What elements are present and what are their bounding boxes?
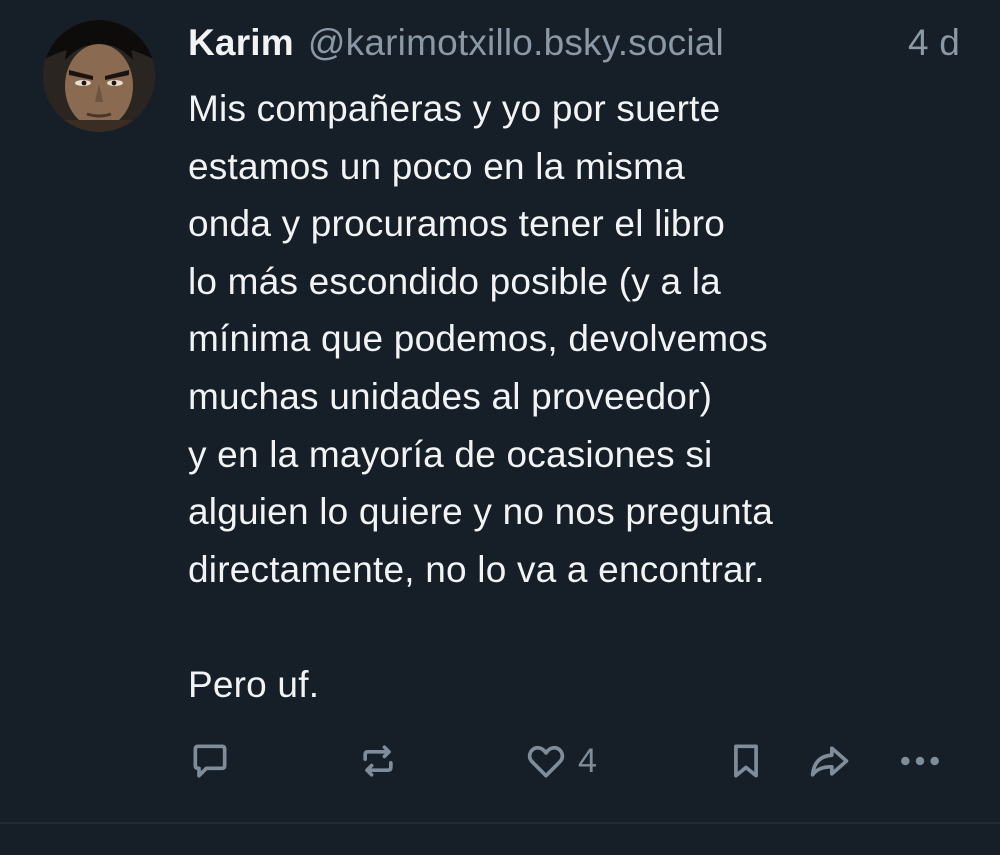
bookmark-button[interactable] — [724, 736, 768, 786]
post-timestamp[interactable]: 4 d — [908, 22, 960, 64]
post[interactable]: Karim @karimotxillo.bsky.social 4 d Mis … — [0, 0, 1000, 822]
bookmark-icon — [734, 744, 758, 778]
like-button[interactable]: 4 — [524, 736, 597, 786]
more-options-button[interactable] — [896, 736, 944, 786]
post-actions: 4 — [188, 736, 948, 786]
share-button[interactable] — [806, 736, 854, 786]
repost-icon — [363, 745, 393, 777]
post-divider — [0, 822, 1000, 824]
more-options-icon — [901, 756, 939, 766]
author-handle[interactable]: @karimotxillo.bsky.social — [308, 22, 724, 64]
like-count: 4 — [578, 741, 597, 780]
post-header: Karim @karimotxillo.bsky.social 4 d — [188, 22, 960, 72]
like-icon — [527, 745, 565, 778]
author-avatar[interactable] — [43, 20, 155, 132]
reply-button[interactable] — [188, 736, 232, 786]
repost-button[interactable] — [356, 736, 400, 786]
reply-icon — [193, 744, 227, 778]
share-icon — [810, 746, 849, 777]
avatar-image — [43, 20, 155, 132]
post-text: Mis compañeras y yo por suerte estamos u… — [188, 88, 774, 705]
author-name[interactable]: Karim — [188, 22, 294, 64]
